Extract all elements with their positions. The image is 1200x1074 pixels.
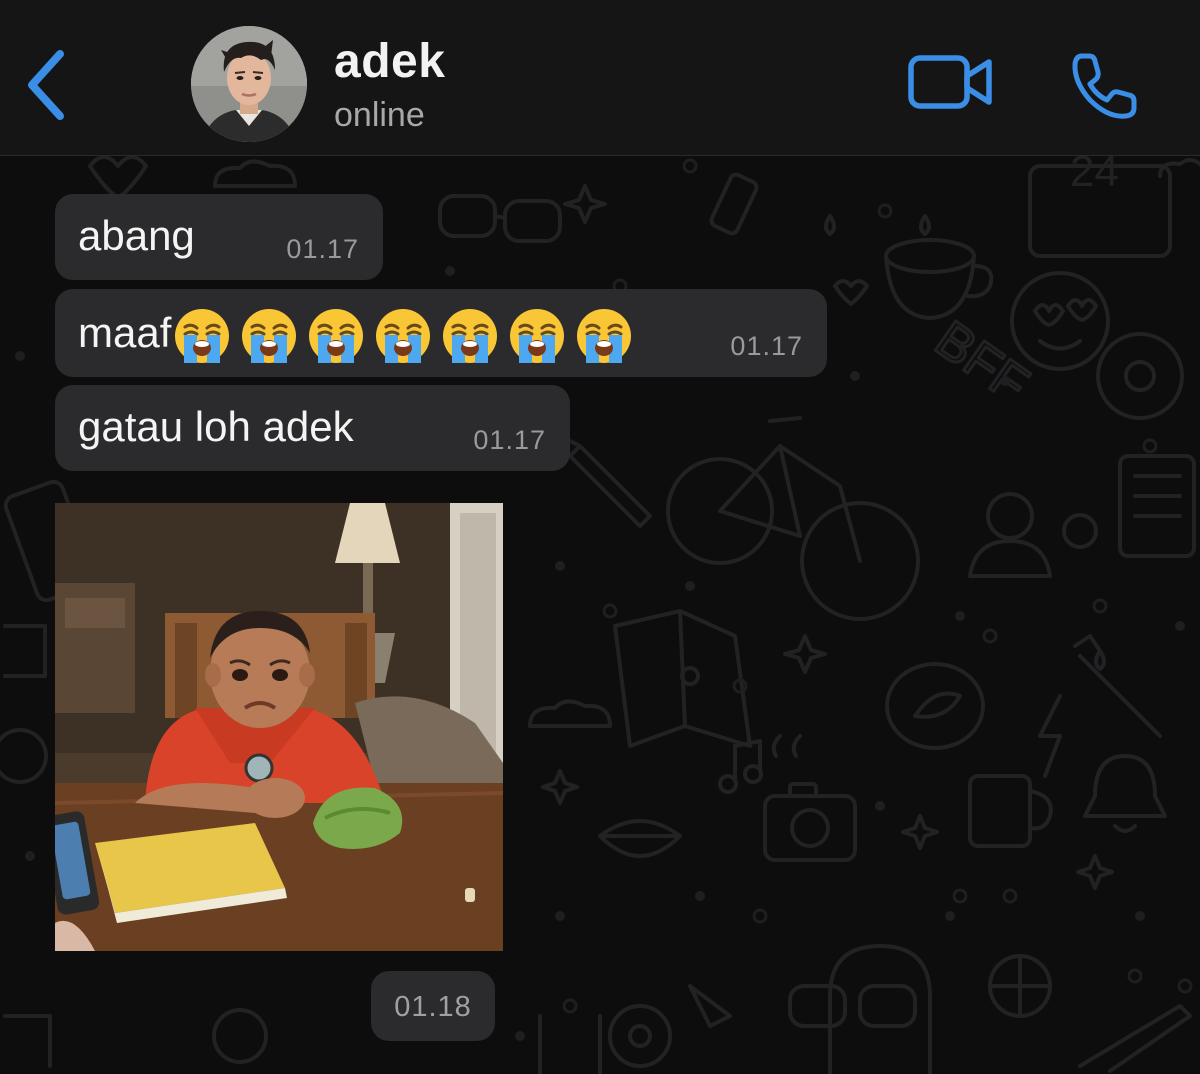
avatar-image: [191, 26, 307, 142]
chat-screen: adek online 24 BFF abang 01.17 maaf 01.1…: [0, 0, 1200, 1074]
svg-text:BFF: BFF: [925, 310, 1039, 414]
loudly-crying-face-icon: [376, 309, 431, 363]
svg-text:24: 24: [1070, 156, 1119, 196]
message-time: 01.17: [730, 331, 803, 361]
loudly-crying-face-icon: [309, 309, 364, 363]
video-camera-icon: [908, 55, 992, 109]
message-bubble[interactable]: maaf 01.17: [55, 289, 827, 377]
meme-photo: [55, 503, 503, 951]
chat-header: adek online: [0, 0, 1200, 156]
emoji-row: [173, 307, 642, 365]
loudly-crying-face-icon: [242, 309, 297, 363]
message-time: 01.18: [394, 991, 472, 1023]
phone-icon: [1072, 53, 1137, 119]
chat-area[interactable]: 24 BFF abang 01.17 maaf 01.17 gatau loh …: [0, 156, 1200, 1074]
message-text-row: maaf: [78, 307, 642, 365]
loudly-crying-face-icon: [577, 309, 632, 363]
voice-call-button[interactable]: [1066, 48, 1142, 124]
message-time: 01.17: [473, 425, 546, 455]
message-time-chip: 01.18: [371, 971, 495, 1041]
loudly-crying-face-icon: [510, 309, 565, 363]
loudly-crying-face-icon: [443, 309, 498, 363]
message-text: abang: [78, 212, 195, 259]
loudly-crying-face-icon: [175, 309, 230, 363]
contact-status: online: [334, 96, 425, 134]
chevron-left-icon: [28, 50, 64, 120]
avatar[interactable]: [191, 26, 307, 142]
video-call-button[interactable]: [905, 50, 997, 114]
image-message[interactable]: [55, 503, 503, 951]
message-text: maaf: [78, 309, 172, 357]
back-button[interactable]: [22, 44, 74, 126]
message-bubble[interactable]: gatau loh adek 01.17: [55, 385, 570, 471]
contact-name[interactable]: adek: [334, 34, 445, 89]
message-text: gatau loh adek: [78, 403, 354, 450]
message-bubble[interactable]: abang 01.17: [55, 194, 383, 280]
message-time: 01.17: [286, 234, 359, 264]
